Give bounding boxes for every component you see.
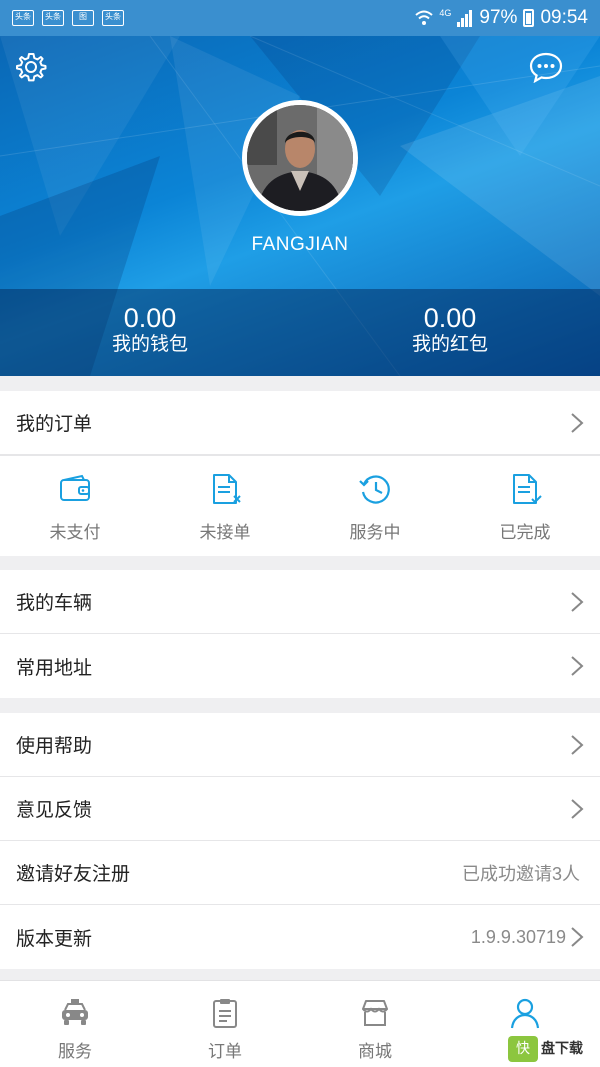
clipboard-icon: [213, 999, 237, 1028]
invite-friends-row[interactable]: 邀请好友注册 已成功邀请3人: [0, 841, 600, 905]
watermark-logo-icon: 快: [508, 1036, 538, 1062]
chevron-right-icon: [571, 798, 584, 819]
car-icon: [62, 999, 88, 1025]
battery-icon: [523, 9, 535, 27]
wallet-icon: [60, 474, 90, 501]
chat-bubble-icon: [529, 52, 563, 83]
nav-label: 商城: [358, 1042, 392, 1061]
nav-service[interactable]: 服务: [0, 981, 150, 1067]
nav-mall[interactable]: 商城: [300, 981, 450, 1067]
help-label: 使用帮助: [16, 736, 93, 757]
wallet-summary[interactable]: 0.00 我的钱包: [0, 289, 300, 376]
wifi-icon: [415, 10, 434, 25]
nav-orders[interactable]: 订单: [150, 981, 300, 1067]
app-notification-icon: 头条: [102, 10, 124, 26]
site-watermark: 快 盘下载: [508, 1036, 583, 1062]
help-row[interactable]: 使用帮助: [0, 713, 600, 777]
wallet-label: 我的钱包: [111, 334, 188, 355]
person-icon: [510, 998, 540, 1029]
chevron-right-icon: [571, 927, 584, 947]
version-update-row[interactable]: 版本更新 1.9.9.30719: [0, 905, 600, 969]
my-vehicles-label: 我的车辆: [16, 593, 93, 614]
order-status-bar: 未支付 未接单 服务中 已完成: [0, 455, 600, 556]
network-type: 4G: [439, 8, 452, 18]
version-number: 1.9.9.30719: [470, 926, 566, 947]
vehicle-address-section: 我的车辆 常用地址: [0, 570, 600, 698]
invite-friends-label: 邀请好友注册: [16, 864, 131, 885]
feedback-row[interactable]: 意见反馈: [0, 777, 600, 841]
order-status-completed[interactable]: 已完成: [450, 456, 600, 556]
my-vehicles-row[interactable]: 我的车辆: [0, 570, 600, 634]
common-address-row[interactable]: 常用地址: [0, 634, 600, 698]
chevron-right-icon: [571, 591, 584, 612]
order-status-not-accepted[interactable]: 未接单: [150, 456, 300, 556]
order-status-in-service[interactable]: 服务中: [300, 456, 450, 556]
version-update-label: 版本更新: [16, 928, 93, 950]
order-status-label: 未接单: [199, 523, 251, 542]
clock: 09:54: [540, 7, 588, 28]
my-orders-label: 我的订单: [16, 414, 93, 435]
watermark-text: 盘下载: [541, 1041, 583, 1057]
history-clock-icon: [359, 475, 390, 504]
balance-bar: 0.00 我的钱包 0.00 我的红包: [0, 289, 600, 376]
signal-icon: [457, 10, 473, 27]
my-orders-row[interactable]: 我的订单: [0, 391, 600, 455]
red-packet-label: 我的红包: [411, 334, 488, 355]
gear-icon: [16, 53, 47, 82]
nav-label: 服务: [58, 1042, 92, 1061]
nav-label: 订单: [208, 1042, 242, 1061]
order-status-label: 已完成: [499, 523, 551, 542]
wallet-amount: 0.00: [123, 303, 177, 333]
chevron-right-icon: [571, 412, 584, 433]
battery-percent: 97%: [479, 7, 518, 28]
order-status-label: 未支付: [49, 523, 101, 542]
username: FANGJIAN: [251, 234, 349, 255]
avatar-photo: [247, 105, 353, 211]
common-address-label: 常用地址: [16, 657, 93, 679]
profile-header: FANGJIAN 0.00 我的钱包 0.00 我的红包: [0, 36, 600, 376]
orders-section: 我的订单 未支付 未接单 服务中 已完成: [0, 391, 600, 556]
messages-button[interactable]: [528, 49, 564, 85]
chevron-right-icon: [571, 656, 584, 676]
settings-button[interactable]: [13, 49, 49, 85]
store-icon: [362, 1000, 388, 1026]
invite-count: 已成功邀请3人: [461, 863, 580, 884]
red-packet-summary[interactable]: 0.00 我的红包: [300, 289, 600, 376]
red-packet-amount: 0.00: [423, 303, 477, 333]
feedback-label: 意见反馈: [16, 800, 93, 821]
document-x-icon: [213, 474, 241, 504]
avatar[interactable]: [242, 100, 358, 216]
image-notification-icon: 图: [72, 10, 94, 26]
chevron-right-icon: [571, 734, 584, 755]
help-settings-section: 使用帮助 意见反馈 邀请好友注册 已成功邀请3人 版本更新 1.9.9.3071…: [0, 713, 600, 969]
order-status-unpaid[interactable]: 未支付: [0, 456, 150, 556]
order-status-label: 服务中: [349, 523, 401, 542]
app-notification-icon: 头条: [42, 10, 64, 26]
app-notification-icon: 头条: [12, 10, 34, 26]
status-bar: 头条 头条 图 头条 4G 97% 09:54: [0, 0, 600, 36]
document-check-icon: [513, 474, 542, 504]
watermark-label: 盘下载: [541, 1041, 583, 1057]
